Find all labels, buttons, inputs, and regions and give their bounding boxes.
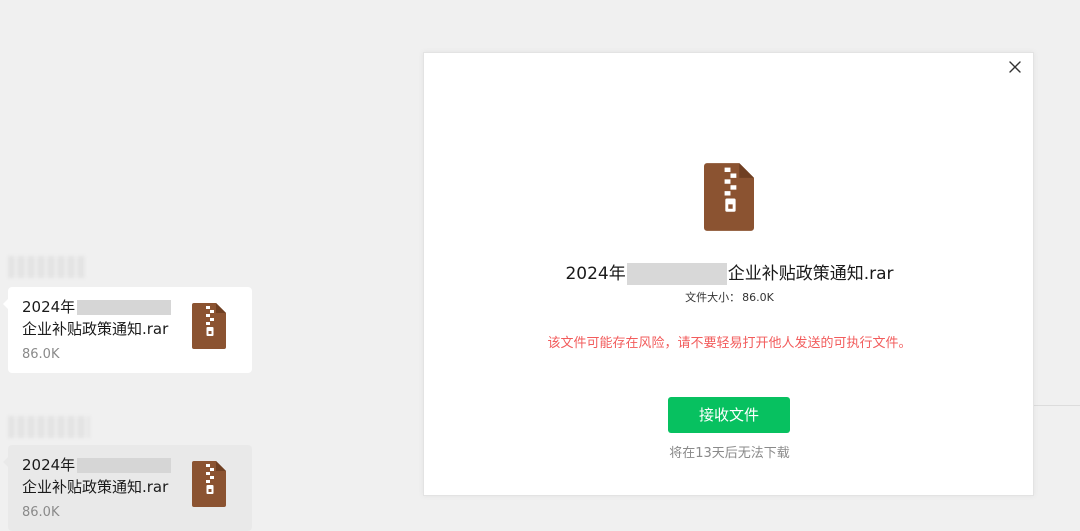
file-receive-dialog: 2024年 企业补贴政策通知.rar 文件大小： 86.0K 该文件可能存在风险，请… [423, 52, 1034, 496]
file-size: 86.0K [22, 347, 60, 362]
close-icon[interactable] [1007, 59, 1023, 75]
file-name-prefix: 2024年 [565, 264, 626, 284]
accept-file-button[interactable]: 接收文件 [668, 397, 790, 433]
file-name-line: 企业补贴政策通知.rar [22, 478, 169, 496]
file-name-suffix: 企业补贴政策通知.rar [727, 264, 894, 284]
zip-file-icon [192, 303, 226, 349]
file-name-line: 2024年 [22, 455, 172, 475]
file-name-line: 2024年 [22, 297, 172, 317]
file-name-year: 2024年 [22, 456, 76, 474]
sender-name-redacted [8, 416, 90, 438]
sender-name-redacted [8, 256, 86, 278]
zip-file-icon [704, 163, 754, 231]
divider [1034, 405, 1080, 406]
risk-warning: 该文件可能存在风险，请不要轻易打开他人发送的可执行文件。 [547, 336, 912, 351]
file-size: 86.0K [22, 505, 60, 520]
redacted-text [626, 263, 727, 285]
file-name-year: 2024年 [22, 298, 76, 316]
file-message-bubble[interactable]: 2024年 企业补贴政策通知.rar 86.0K [3, 287, 252, 373]
zip-file-icon [192, 461, 226, 507]
dialog-file-size: 文件大小： 86.0K [424, 289, 1035, 305]
file-size-value: 86.0K [742, 291, 774, 304]
dialog-file-name: 2024年 企业补贴政策通知.rar [424, 259, 1035, 285]
file-message-bubble[interactable]: 2024年 企业补贴政策通知.rar 86.0K [3, 445, 252, 531]
expire-note: 将在13天后无法下载 [669, 446, 790, 461]
file-name-line: 企业补贴政策通知.rar [22, 320, 169, 338]
redacted-text [77, 300, 172, 315]
file-size-label: 文件大小： [685, 291, 741, 304]
redacted-text [77, 458, 172, 473]
